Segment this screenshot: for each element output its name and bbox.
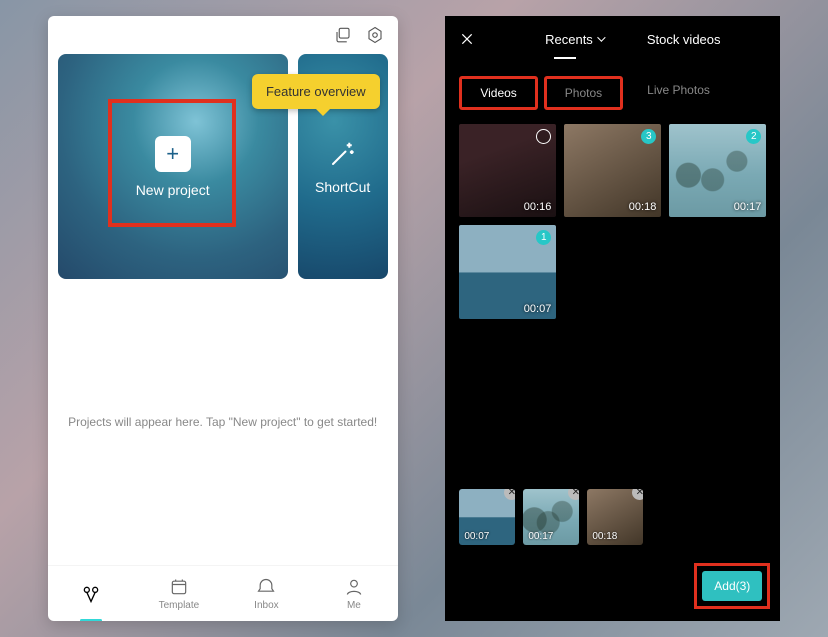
add-button[interactable]: Add(3) (702, 571, 762, 601)
filter-photos[interactable]: Photos (544, 76, 623, 110)
tab-recents-label: Recents (545, 32, 593, 47)
bottom-nav: Edit Template Inbox Me (48, 565, 398, 621)
plus-icon: + (155, 136, 191, 172)
duration-label: 00:18 (629, 201, 657, 213)
remove-icon[interactable]: ✕ (504, 489, 515, 500)
filter-photos-label: Photos (565, 86, 602, 100)
selected-thumb[interactable]: 00:07 ✕ (459, 489, 515, 545)
templates-icon[interactable] (334, 26, 352, 44)
new-project-label: New project (136, 182, 210, 198)
tab-stock-label: Stock videos (647, 32, 721, 47)
duration-label: 00:18 (592, 531, 617, 542)
selected-row: 00:07 ✕ 00:17 ✕ 00:18 ✕ (445, 485, 780, 561)
nav-inbox[interactable]: Inbox (223, 566, 311, 621)
duration-label: 00:07 (524, 303, 552, 315)
feature-overview-tooltip[interactable]: Feature overview (252, 74, 380, 109)
selection-indicator[interactable]: 3 (641, 129, 656, 144)
shortcut-label: ShortCut (315, 179, 370, 195)
selection-indicator[interactable] (536, 129, 551, 144)
chevron-down-icon (597, 33, 605, 41)
wand-icon (328, 139, 358, 169)
settings-icon[interactable] (366, 26, 384, 44)
duration-label: 00:07 (464, 531, 489, 542)
header-bar (48, 16, 398, 54)
new-project-inner: + New project (136, 136, 210, 198)
grid-spacer (445, 327, 780, 485)
selected-thumb[interactable]: 00:17 ✕ (523, 489, 579, 545)
add-button-highlight: Add(3) (694, 563, 770, 609)
nav-template-label: Template (159, 600, 200, 611)
media-grid: 00:16 00:18 3 00:17 2 00:07 1 (445, 116, 780, 327)
remove-icon[interactable]: ✕ (632, 489, 643, 500)
duration-label: 00:16 (524, 201, 552, 213)
filter-live-photos[interactable]: Live Photos (629, 76, 728, 110)
media-thumb[interactable]: 00:18 3 (564, 124, 661, 217)
nav-me[interactable]: Me (310, 566, 398, 621)
shortcut-inner: ShortCut (315, 139, 370, 195)
filter-live-label: Live Photos (647, 83, 710, 97)
duration-label: 00:17 (734, 201, 762, 213)
tab-stock[interactable]: Stock videos (647, 32, 721, 51)
media-thumb[interactable]: 00:17 2 (669, 124, 766, 217)
media-picker-screen: Recents Stock videos Videos Photos Live … (445, 16, 780, 621)
nav-inbox-label: Inbox (254, 600, 278, 611)
close-icon[interactable] (459, 31, 475, 52)
selection-indicator[interactable]: 2 (746, 129, 761, 144)
empty-text: Projects will appear here. Tap "New proj… (68, 415, 377, 429)
filter-videos[interactable]: Videos (459, 76, 537, 110)
duration-label: 00:17 (528, 531, 553, 542)
media-thumb[interactable]: 00:07 1 (459, 225, 556, 318)
filter-videos-label: Videos (480, 86, 516, 100)
empty-state: Projects will appear here. Tap "New proj… (48, 279, 398, 565)
nav-me-label: Me (347, 600, 361, 611)
nav-edit[interactable]: Edit (48, 566, 136, 621)
media-thumb[interactable]: 00:16 (459, 124, 556, 217)
type-filter-row: Videos Photos Live Photos (445, 66, 780, 116)
source-tabs: Recents Stock videos (499, 32, 766, 51)
selection-indicator[interactable]: 1 (536, 230, 551, 245)
home-screen: + New project ShortCut Feature overview … (48, 16, 398, 621)
picker-header: Recents Stock videos (445, 16, 780, 66)
tab-recents[interactable]: Recents (545, 32, 603, 51)
remove-icon[interactable]: ✕ (568, 489, 579, 500)
picker-footer: Add(3) (445, 561, 780, 621)
selected-thumb[interactable]: 00:18 ✕ (587, 489, 643, 545)
nav-template[interactable]: Template (135, 566, 223, 621)
